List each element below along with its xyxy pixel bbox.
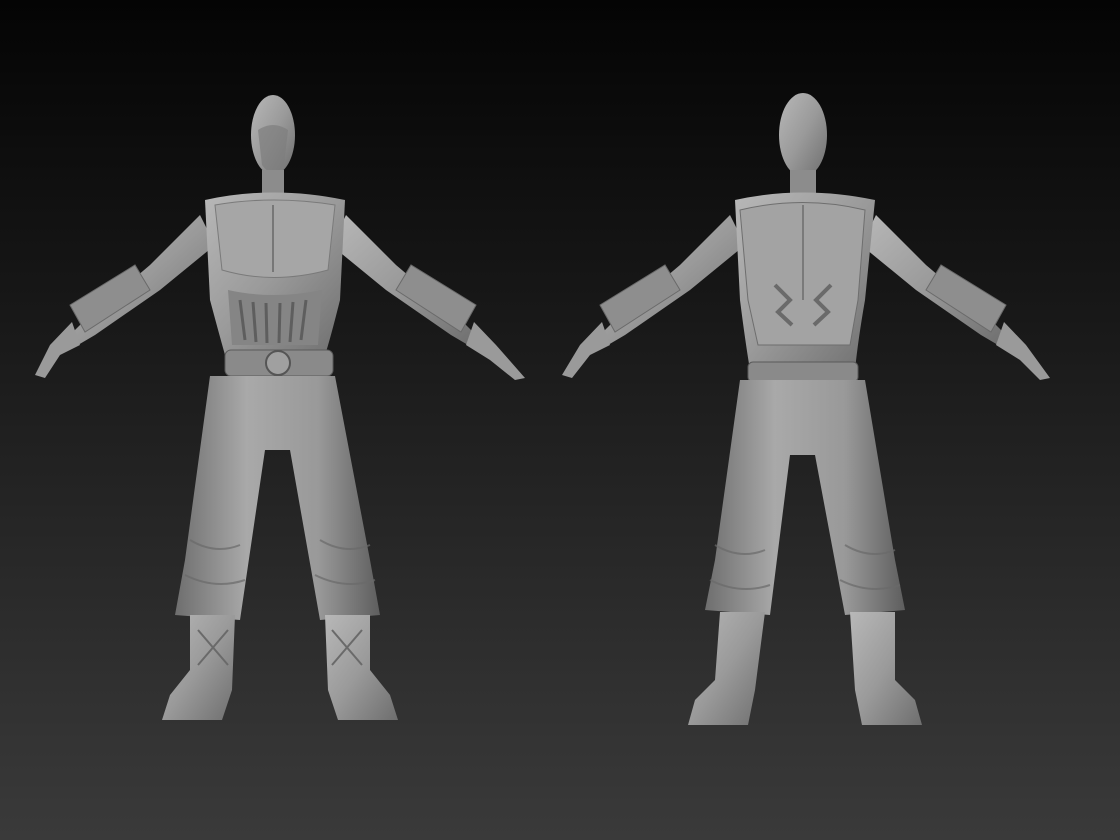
- turnaround-render: [35, 93, 1050, 725]
- back-view-figure: [562, 93, 1050, 725]
- belt-buckle: [265, 350, 291, 376]
- right-boot: [850, 612, 922, 725]
- head: [779, 93, 827, 177]
- front-view-figure: [35, 95, 525, 720]
- left-boot: [688, 612, 765, 725]
- pants: [705, 380, 905, 615]
- sculpt-viewport: [0, 0, 1120, 840]
